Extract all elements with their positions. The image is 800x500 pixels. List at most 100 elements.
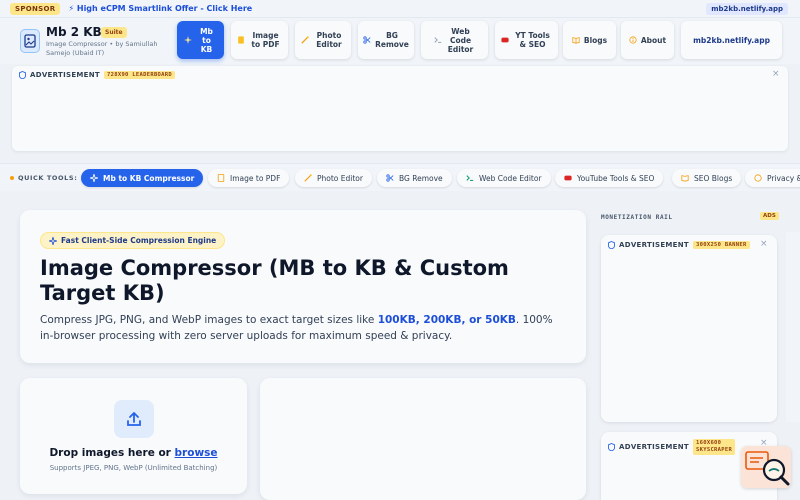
ad-close-button[interactable]: ×: [772, 69, 780, 79]
chip-label: Photo Editor: [317, 173, 363, 183]
scissors-icon: [363, 36, 371, 44]
sponsor-offer-link[interactable]: ⚡ High eCPM Smartlink Offer - Click Here: [68, 4, 252, 13]
sparkle-icon: [183, 36, 192, 44]
browse-link[interactable]: browse: [175, 447, 218, 459]
ad-size-badge: 160X600 SKYSCRAPER: [693, 439, 736, 455]
nav-label: mb2kb.netlify.app: [693, 35, 770, 45]
book-icon: [681, 175, 689, 182]
nav-bg-remove[interactable]: BG Remove: [358, 21, 414, 59]
wand-icon: [301, 36, 309, 44]
hero-card: Fast Client-Side Compression Engine Imag…: [20, 210, 586, 363]
quick-tools-label: QUICK TOOLS:: [10, 174, 77, 182]
chip-seo-blogs[interactable]: SEO Blogs: [672, 169, 742, 187]
nav-label: About: [640, 35, 667, 45]
dot-icon: [10, 176, 14, 180]
terminal-icon: [433, 37, 441, 43]
floating-search-button[interactable]: [741, 446, 791, 488]
nav-label: Photo Editor: [316, 31, 342, 49]
brand-subtitle: Image Compressor • by Samiullah Samejo (…: [46, 40, 158, 57]
sponsor-bar: SPONSOR ⚡ High eCPM Smartlink Offer - Cl…: [0, 0, 800, 18]
hero-badge: Fast Client-Side Compression Engine: [40, 232, 226, 249]
rail-label: MONETIZATION RAIL: [601, 214, 673, 221]
nav-label: Mb to KB: [200, 26, 213, 54]
quick-tools-bar: QUICK TOOLS: Mb to KB Compressor Image t…: [0, 163, 800, 191]
shield-icon: [608, 241, 615, 249]
sponsor-domain-link[interactable]: mb2kb.netlify.app: [706, 3, 788, 15]
settings-panel: [260, 378, 586, 500]
upload-dropzone[interactable]: Drop images here or browse Supports JPEG…: [20, 378, 247, 494]
document-icon: [237, 36, 244, 44]
sparkle-icon: [90, 174, 98, 182]
page-edge-strip: [786, 232, 800, 422]
nav-label: YT Tools & SEO: [515, 31, 550, 49]
brand-badge: Suite: [101, 27, 127, 38]
nav-label: Blogs: [583, 35, 608, 45]
chip-label: BG Remove: [399, 173, 443, 183]
nav-mb-to-kb[interactable]: Mb to KB: [177, 21, 224, 59]
nav-image-to-pdf[interactable]: Image to PDF: [231, 21, 288, 59]
nav-label: Image to PDF: [251, 31, 280, 49]
nav-yt-tools-seo[interactable]: YT Tools & SEO: [495, 21, 558, 59]
youtube-icon: [500, 37, 509, 43]
upload-icon[interactable]: [114, 400, 154, 438]
chip-web-code-editor[interactable]: Web Code Editor: [457, 169, 551, 187]
chip-bg-remove[interactable]: BG Remove: [377, 169, 452, 187]
page-title: Image Compressor (MB to KB & Custom Targ…: [40, 256, 509, 305]
ad-size-line: SKYSCRAPER: [696, 447, 733, 453]
dropzone-subtitle: Supports JPEG, PNG, WebP (Unlimited Batc…: [49, 464, 218, 472]
chip-label: Web Code Editor: [479, 173, 542, 183]
chip-label: YouTube Tools & SEO: [577, 173, 655, 183]
chip-label: Mb to KB Compressor: [103, 173, 195, 183]
ad-label: ADVERTISEMENT 160X600 SKYSCRAPER: [608, 439, 736, 455]
ad-leaderboard: ADVERTISEMENT 728X90 LEADERBOARD ×: [12, 66, 788, 151]
magnifier-chat-icon: [745, 451, 790, 486]
terminal-icon: [466, 175, 474, 181]
nav-blogs[interactable]: Blogs: [563, 21, 616, 59]
wand-icon: [304, 174, 312, 182]
app-logo-icon[interactable]: [20, 29, 40, 53]
book-icon: [572, 37, 580, 44]
hero-desc-highlight: 100KB, 200KB, or 50KB: [377, 314, 516, 326]
nav-web-code-editor[interactable]: Web Code Editor: [421, 21, 488, 59]
quick-tools-label-text: QUICK TOOLS:: [18, 174, 78, 182]
site-header: Mb 2 KB Suite Image Compressor • by Sami…: [0, 18, 800, 64]
ad-label-text: ADVERTISEMENT: [619, 241, 689, 249]
nav-about[interactable]: About: [621, 21, 674, 59]
ad-label: ADVERTISEMENT 300X250 BANNER: [608, 241, 750, 249]
dropzone-title-text: Drop images here or: [49, 447, 171, 459]
brand-title[interactable]: Mb 2 KB: [46, 25, 102, 39]
ad-size-line: 160X600: [696, 440, 722, 446]
chip-image-to-pdf[interactable]: Image to PDF: [208, 169, 290, 187]
rail-ads-badge: ADS: [760, 212, 779, 220]
hero-desc-text: Compress JPG, PNG, and WebP images to ex…: [40, 314, 378, 326]
scissors-icon: [386, 174, 394, 182]
chip-label: Image to PDF: [230, 173, 281, 183]
nav-label: Web Code Editor: [447, 26, 474, 54]
chip-youtube-tools[interactable]: YouTube Tools & SEO: [555, 169, 664, 187]
sponsor-tag: SPONSOR: [10, 2, 61, 15]
ad-size-badge: 728X90 LEADERBOARD: [104, 71, 176, 79]
nav-photo-editor[interactable]: Photo Editor: [295, 21, 351, 59]
ad-size-badge: 300X250 BANNER: [693, 241, 750, 249]
document-icon: [217, 174, 225, 182]
shield-icon: [19, 71, 26, 79]
ad-label: ADVERTISEMENT 728X90 LEADERBOARD: [19, 71, 176, 79]
chip-privacy[interactable]: Privacy &: [745, 169, 800, 187]
shield-icon: [608, 443, 615, 451]
ad-banner: ADVERTISEMENT 300X250 BANNER ×: [601, 235, 777, 422]
nav-label: BG Remove: [375, 31, 409, 49]
chip-photo-editor[interactable]: Photo Editor: [295, 169, 372, 187]
info-icon: [629, 36, 637, 44]
chip-label: Privacy &: [767, 173, 800, 183]
chip-label: SEO Blogs: [694, 173, 733, 183]
nav-domain-link[interactable]: mb2kb.netlify.app: [681, 21, 782, 59]
ad-close-button[interactable]: ×: [760, 239, 768, 249]
dropzone-title: Drop images here or browse: [20, 447, 247, 459]
hero-badge-text: Fast Client-Side Compression Engine: [61, 236, 217, 245]
shield-icon: [754, 174, 762, 182]
sparkle-icon: [49, 236, 57, 245]
hero-description: Compress JPG, PNG, and WebP images to ex…: [40, 312, 560, 344]
youtube-icon: [564, 175, 572, 181]
ad-label-text: ADVERTISEMENT: [30, 71, 100, 79]
chip-mb-to-kb[interactable]: Mb to KB Compressor: [81, 169, 204, 187]
